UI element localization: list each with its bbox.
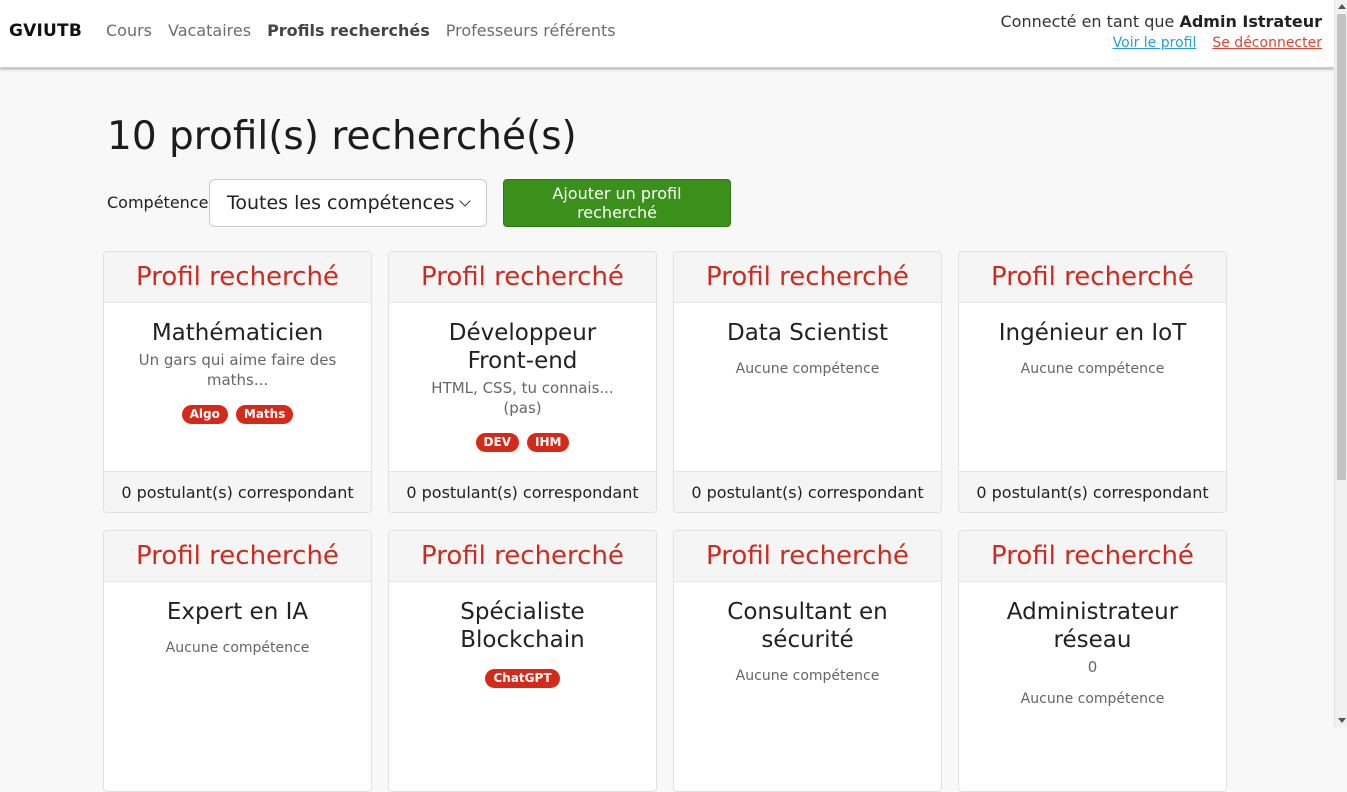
scroll-down-arrow-icon[interactable] bbox=[1338, 718, 1346, 723]
nav-link-cours[interactable]: Cours bbox=[106, 21, 152, 40]
scroll-up-arrow-icon[interactable] bbox=[1338, 4, 1346, 9]
view-profile-link[interactable]: Voir le profil bbox=[1113, 35, 1197, 51]
chevron-down-icon bbox=[459, 195, 471, 207]
skill-badge: Maths bbox=[235, 405, 294, 424]
user-box: Connecté en tant que Admin Istrateur Voi… bbox=[1000, 12, 1322, 51]
profile-cards-grid: Profil recherché Mathématicien Un gars qui… bbox=[103, 251, 1227, 792]
card-body: Administrateur réseau 0 Aucune compétence bbox=[959, 582, 1226, 707]
card-title[interactable]: Administrateur réseau bbox=[989, 598, 1196, 654]
scroll-thumb[interactable] bbox=[1337, 14, 1346, 480]
nav-link-professeurs-referents[interactable]: Professeurs référents bbox=[446, 21, 616, 40]
no-skill-text: Aucune compétence bbox=[1020, 361, 1165, 377]
card-body: Mathématicien Un gars qui aime faire des … bbox=[104, 303, 371, 424]
logged-in-prefix: Connecté en tant que bbox=[1000, 12, 1180, 31]
card-title[interactable]: Mathématicien bbox=[134, 319, 341, 347]
card-header: Profil recherché bbox=[104, 252, 371, 303]
competence-select-value: Toutes les compétences bbox=[227, 192, 455, 214]
skill-badge: IHM bbox=[527, 433, 570, 452]
user-name: Admin Istrateur bbox=[1179, 12, 1322, 31]
skill-badge: DEV bbox=[475, 433, 519, 452]
nav-link-vacataires[interactable]: Vacataires bbox=[168, 21, 251, 40]
card-footer-applicants: 0 postulant(s) correspondant bbox=[959, 471, 1226, 512]
top-navbar: GVIUTB Cours Vacataires Profils recherch… bbox=[0, 0, 1334, 68]
card-skills: ChatGPT bbox=[419, 669, 626, 688]
profile-card[interactable]: Profil recherché Développeur Front-end HTM… bbox=[388, 251, 657, 513]
card-header: Profil recherché bbox=[959, 252, 1226, 303]
brand-logo[interactable]: GVIUTB bbox=[9, 21, 82, 41]
card-header: Profil recherché bbox=[674, 531, 941, 582]
card-title[interactable]: Spécialiste Blockchain bbox=[419, 598, 626, 654]
card-description: Un gars qui aime faire des maths... bbox=[138, 351, 337, 389]
page-scrollbar[interactable] bbox=[1334, 0, 1347, 727]
profile-card[interactable]: Profil recherché Ingénieur en IoT Aucune c… bbox=[958, 251, 1227, 513]
profile-card[interactable]: Profil recherché Mathématicien Un gars qui… bbox=[103, 251, 372, 513]
card-body: Développeur Front-end HTML, CSS, tu conna… bbox=[389, 303, 656, 452]
profile-card[interactable]: Profil recherché Spécialiste Blockchain Ch… bbox=[388, 530, 657, 792]
card-title[interactable]: Data Scientist bbox=[704, 319, 911, 347]
card-body: Data Scientist Aucune compétence bbox=[674, 303, 941, 377]
add-profile-button[interactable]: Ajouter un profil recherché bbox=[503, 179, 731, 227]
user-links: Voir le profil Se déconnecter bbox=[1000, 35, 1322, 51]
skill-badge: Algo bbox=[181, 405, 228, 424]
no-skill-text: Aucune compétence bbox=[735, 361, 880, 377]
card-body: Expert en IA Aucune compétence bbox=[104, 582, 371, 656]
nav-link-profils-recherches[interactable]: Profils recherchés bbox=[267, 21, 430, 40]
card-title[interactable]: Expert en IA bbox=[134, 598, 341, 626]
card-footer-applicants: 0 postulant(s) correspondant bbox=[674, 471, 941, 512]
card-header: Profil recherché bbox=[959, 531, 1226, 582]
card-header: Profil recherché bbox=[104, 531, 371, 582]
card-header: Profil recherché bbox=[389, 531, 656, 582]
nav-links: Cours Vacataires Profils recherchés Prof… bbox=[106, 21, 616, 40]
page-title: 10 profil(s) recherché(s) bbox=[107, 114, 577, 159]
card-description: HTML, CSS, tu connais... (pas) bbox=[431, 379, 614, 417]
card-skills: Algo Maths bbox=[134, 405, 341, 424]
card-title[interactable]: Ingénieur en IoT bbox=[989, 319, 1196, 347]
card-skills: DEV IHM bbox=[419, 433, 626, 452]
profile-card[interactable]: Profil recherché Consultant en sécurité Au… bbox=[673, 530, 942, 792]
card-body: Ingénieur en IoT Aucune compétence bbox=[959, 303, 1226, 377]
card-description: 0 bbox=[1087, 658, 1098, 676]
card-footer-applicants: 0 postulant(s) correspondant bbox=[389, 471, 656, 512]
skill-badge: ChatGPT bbox=[485, 669, 560, 688]
no-skill-text: Aucune compétence bbox=[1020, 691, 1165, 707]
profile-card[interactable]: Profil recherché Expert en IA Aucune compé… bbox=[103, 530, 372, 792]
competence-select[interactable]: Toutes les compétences bbox=[209, 179, 487, 227]
card-header: Profil recherché bbox=[389, 252, 656, 303]
logged-in-line: Connecté en tant que Admin Istrateur bbox=[1000, 12, 1322, 31]
card-body: Consultant en sécurité Aucune compétence bbox=[674, 582, 941, 684]
competence-filter-label: Compétence bbox=[107, 193, 209, 212]
card-title[interactable]: Développeur Front-end bbox=[419, 319, 626, 375]
card-title[interactable]: Consultant en sécurité bbox=[704, 598, 911, 654]
profile-card[interactable]: Profil recherché Administrateur réseau 0 Au… bbox=[958, 530, 1227, 792]
card-body: Spécialiste Blockchain ChatGPT bbox=[389, 582, 656, 688]
profile-card[interactable]: Profil recherché Data Scientist Aucune com… bbox=[673, 251, 942, 513]
card-header: Profil recherché bbox=[674, 252, 941, 303]
card-footer-applicants: 0 postulant(s) correspondant bbox=[104, 471, 371, 512]
logout-link[interactable]: Se déconnecter bbox=[1212, 35, 1322, 51]
no-skill-text: Aucune compétence bbox=[735, 668, 880, 684]
no-skill-text: Aucune compétence bbox=[165, 640, 310, 656]
